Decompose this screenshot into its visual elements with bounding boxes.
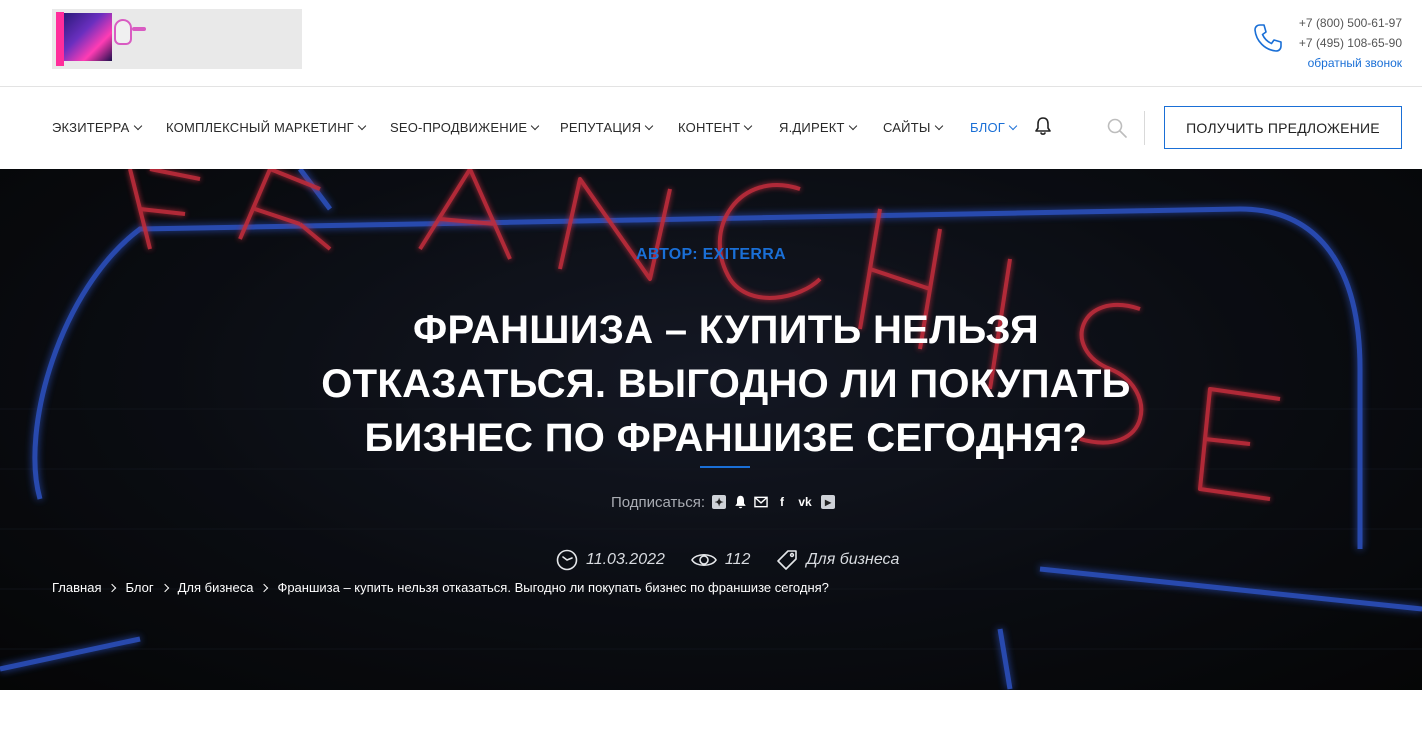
chevron-down-icon	[357, 121, 367, 130]
chevron-right-icon	[108, 583, 117, 592]
nav-item-label: Контент	[678, 120, 741, 135]
article-meta: 11.03.2022 112 Для бизнеса	[556, 549, 925, 571]
chevron-right-icon	[260, 583, 269, 592]
article-author[interactable]: Автор: EXITERRA	[0, 246, 1422, 264]
subscribe-bar: Подписаться: ✦ f vk ▶	[611, 492, 836, 512]
publish-date-text: 11.03.2022	[586, 551, 665, 568]
search-icon[interactable]	[1107, 118, 1127, 138]
astronaut-icon	[114, 19, 132, 45]
main-nav: Экзитерра Комплексный маркетинг SEO-прод…	[0, 87, 1422, 169]
clock-icon	[556, 549, 578, 571]
article-hero: Автор: EXITERRA Франшиза – купить нельзя…	[0, 169, 1422, 690]
nav-item-yandex-direct[interactable]: Я.Директ	[779, 120, 857, 135]
view-count-text: 112	[724, 551, 751, 568]
chevron-down-icon	[645, 121, 654, 130]
nav-item-label: SEO-продвижение	[390, 120, 528, 135]
header-phones: +7 (800) 500-61-97 +7 (495) 108-65-90 об…	[1298, 13, 1402, 73]
mail-icon[interactable]	[754, 495, 768, 509]
nav-item-label: Экзитерра	[52, 120, 130, 135]
facebook-icon[interactable]: f	[775, 495, 789, 509]
nav-item-label: Я.Директ	[779, 120, 845, 135]
nav-item-complex-marketing[interactable]: Комплексный маркетинг	[166, 120, 367, 135]
phone-number-1[interactable]: +7 (800) 500-61-97	[1298, 13, 1402, 33]
nav-item-sites[interactable]: Сайты	[883, 120, 943, 135]
logo-space-image	[64, 13, 112, 61]
category-text: Для бизнеса	[806, 551, 900, 568]
nav-item-content[interactable]: Контент	[678, 120, 753, 135]
nav-item-label: Комплексный маркетинг	[166, 120, 354, 135]
article-category[interactable]: Для бизнеса	[776, 549, 899, 571]
dzen-icon[interactable]: ✦	[712, 495, 727, 509]
bell-icon[interactable]	[733, 495, 747, 509]
breadcrumb: Главная Блог Для бизнеса Франшиза – купи…	[52, 580, 829, 595]
youtube-icon[interactable]: ▶	[821, 495, 836, 509]
chevron-down-icon	[848, 121, 857, 130]
bell-icon[interactable]	[1034, 116, 1052, 136]
tag-icon	[777, 550, 798, 570]
breadcrumb-blog[interactable]: Блог	[125, 580, 153, 595]
view-count: 112	[690, 551, 751, 569]
publish-date: 11.03.2022	[556, 549, 665, 571]
nav-item-label: Блог	[970, 120, 1006, 135]
phone-icon	[1254, 24, 1282, 52]
site-header: +7 (800) 500-61-97 +7 (495) 108-65-90 об…	[0, 0, 1422, 87]
chevron-right-icon	[160, 583, 169, 592]
nav-item-exiterra[interactable]: Экзитерра	[52, 120, 142, 135]
nav-item-label: Сайты	[883, 120, 931, 135]
breadcrumb-category[interactable]: Для бизнеса	[178, 580, 254, 595]
callback-link[interactable]: обратный звонок	[1298, 53, 1402, 73]
astronaut-arm-icon	[132, 27, 146, 31]
chevron-down-icon	[133, 121, 142, 130]
chevron-down-icon	[530, 121, 540, 130]
nav-item-label: Репутация	[560, 120, 642, 135]
chevron-down-icon	[744, 121, 753, 130]
vk-icon[interactable]: vk	[796, 495, 814, 509]
site-logo[interactable]	[52, 9, 302, 69]
title-underline	[700, 466, 750, 468]
nav-item-reputation[interactable]: Репутация	[560, 120, 654, 135]
article-title: Франшиза – купить нельзя отказаться. Выг…	[321, 308, 1131, 460]
nav-item-seo[interactable]: SEO-продвижение	[390, 120, 540, 135]
breadcrumb-home[interactable]: Главная	[52, 580, 101, 595]
breadcrumb-current: Франшиза – купить нельзя отказаться. Выг…	[277, 580, 829, 595]
phone-number-2[interactable]: +7 (495) 108-65-90	[1298, 33, 1402, 53]
chevron-down-icon	[1008, 121, 1018, 130]
get-offer-button[interactable]: Получить предложение	[1164, 106, 1402, 149]
eye-icon	[690, 553, 717, 567]
nav-divider	[1144, 111, 1145, 145]
subscribe-label: Подписаться:	[611, 493, 706, 511]
logo-pink-strip	[56, 12, 64, 66]
chevron-down-icon	[934, 121, 943, 130]
nav-item-blog[interactable]: Блог	[970, 120, 1018, 135]
